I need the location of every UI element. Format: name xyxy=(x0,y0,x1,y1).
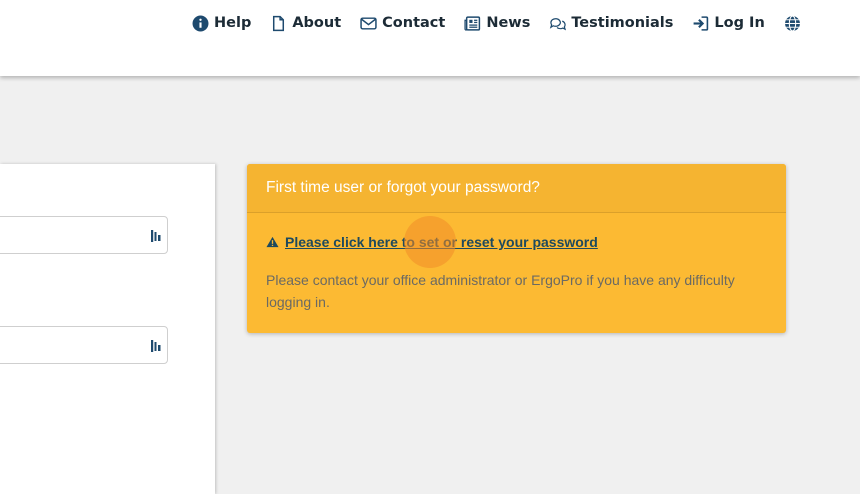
globe-icon xyxy=(784,15,801,32)
main-nav: Help About Contact News Testimonials Log… xyxy=(192,12,801,34)
nav-about[interactable]: About xyxy=(270,15,341,32)
password-input[interactable] xyxy=(0,327,151,361)
reset-password-link[interactable]: Please click here to set or reset your p… xyxy=(266,234,598,250)
username-input[interactable] xyxy=(0,217,151,251)
comments-icon xyxy=(549,15,567,32)
top-navigation-bar: Help About Contact News Testimonials Log… xyxy=(0,0,860,76)
warning-icon xyxy=(266,236,279,248)
newspaper-icon xyxy=(464,15,481,32)
notice-help-text: Please contact your office administrator… xyxy=(266,272,735,310)
sign-in-icon xyxy=(692,15,709,32)
nav-testimonials[interactable]: Testimonials xyxy=(549,15,673,32)
password-field[interactable] xyxy=(0,326,168,364)
nav-news-label: News xyxy=(486,15,531,31)
info-icon xyxy=(192,15,209,32)
nav-testimonials-label: Testimonials xyxy=(571,15,674,31)
nav-contact-label: Contact xyxy=(382,15,446,31)
nav-help[interactable]: Help xyxy=(192,15,251,32)
language-selector[interactable] xyxy=(784,15,801,32)
envelope-icon xyxy=(360,15,377,32)
username-field[interactable] xyxy=(0,216,168,254)
nav-news[interactable]: News xyxy=(464,15,530,32)
nav-help-label: Help xyxy=(214,15,252,31)
password-manager-icon[interactable] xyxy=(150,228,162,242)
nav-login[interactable]: Log In xyxy=(692,15,765,32)
document-icon xyxy=(270,15,287,32)
notice-title: First time user or forgot your password? xyxy=(247,164,786,213)
reset-password-link-label: Please click here to set or reset your p… xyxy=(285,234,598,250)
nav-about-label: About xyxy=(292,15,342,31)
nav-login-label: Log In xyxy=(714,15,765,31)
password-manager-icon[interactable] xyxy=(150,338,162,352)
login-form-panel xyxy=(0,164,215,494)
password-help-notice: First time user or forgot your password?… xyxy=(247,164,786,333)
nav-contact[interactable]: Contact xyxy=(360,15,445,32)
